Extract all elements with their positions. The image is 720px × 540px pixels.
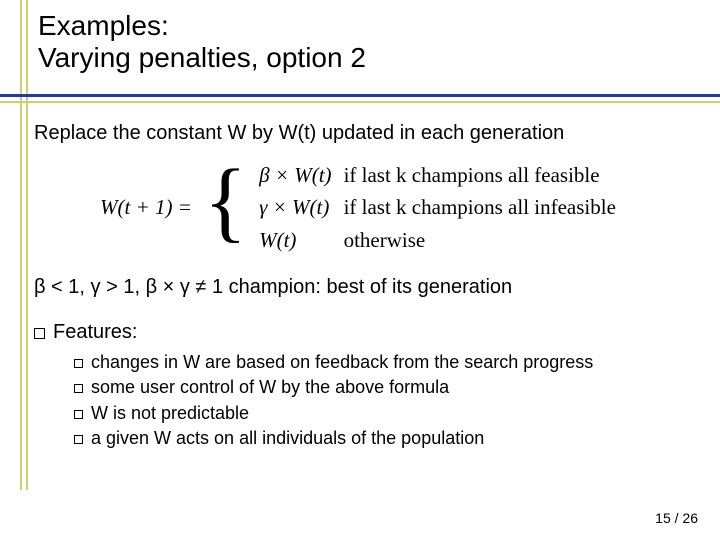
feature-text: a given W acts on all individuals of the… [91, 428, 484, 448]
case-expr-0: β × W(t) [253, 159, 337, 191]
bullet-square-icon [74, 359, 83, 368]
features-heading: Features: [34, 319, 694, 346]
bullet-square-icon [74, 410, 83, 419]
slide: Examples: Varying penalties, option 2 Re… [0, 0, 720, 540]
feature-text: changes in W are based on feedback from … [91, 352, 593, 372]
page-sep: / [671, 510, 683, 526]
features-list: changes in W are based on feedback from … [74, 350, 694, 450]
list-item: a given W acts on all individuals of the… [74, 426, 694, 450]
horizontal-rule-olive [0, 101, 720, 103]
list-item: changes in W are based on feedback from … [74, 350, 694, 374]
intro-text: Replace the constant W by W(t) updated i… [34, 120, 694, 147]
slide-title: Examples: Varying penalties, option 2 [38, 10, 366, 74]
horizontal-rule-blue [0, 94, 720, 97]
vertical-rule-inner [26, 0, 28, 490]
update-formula: W(t + 1) = { β × W(t) if last k champion… [94, 159, 694, 256]
list-item: some user control of W by the above form… [74, 375, 694, 399]
case-cond-1: if last k champions all infeasible [338, 191, 622, 223]
features-label: Features: [53, 321, 137, 343]
feature-text: some user control of W by the above form… [91, 377, 449, 397]
case-expr-1: γ × W(t) [253, 191, 337, 223]
case-cond-2: otherwise [338, 224, 622, 256]
case-cond-0: if last k champions all feasible [338, 159, 622, 191]
bullet-square-icon [74, 435, 83, 444]
slide-body: Replace the constant W by W(t) updated i… [34, 120, 694, 451]
page-total: 26 [682, 510, 698, 526]
parameter-constraints: β < 1, γ > 1, β × γ ≠ 1 champion: best o… [34, 274, 694, 301]
page-current: 15 [655, 510, 671, 526]
title-line-2: Varying penalties, option 2 [38, 42, 366, 73]
list-item: W is not predictable [74, 401, 694, 425]
formula-lhs: W(t + 1) = [94, 159, 198, 256]
brace-icon: { [198, 153, 253, 250]
page-number: 15 / 26 [655, 510, 698, 526]
bullet-square-icon [74, 384, 83, 393]
bullet-square-icon [34, 328, 45, 339]
feature-text: W is not predictable [91, 403, 249, 423]
case-expr-2: W(t) [253, 224, 337, 256]
vertical-rule-outer [20, 0, 22, 490]
title-line-1: Examples: [38, 10, 169, 41]
